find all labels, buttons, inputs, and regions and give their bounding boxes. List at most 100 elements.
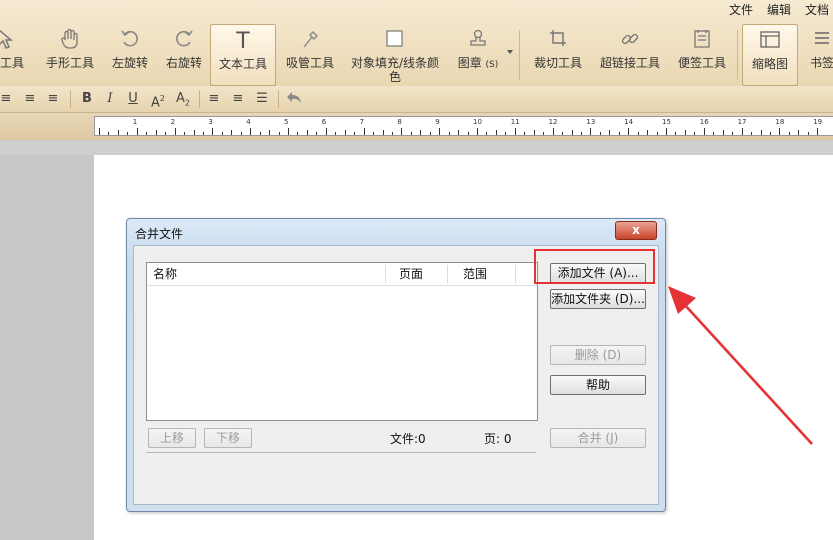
page-count: 页: 0 xyxy=(484,432,512,446)
ruler-tick xyxy=(495,130,497,135)
ruler-tick xyxy=(363,128,365,135)
ruler-tick xyxy=(647,130,649,135)
format-toolbar: ≡ ≡ ≡ B I U A2 A2 ≡ ≡ ☰ xyxy=(0,86,833,113)
note-tool-button[interactable]: 便签工具 xyxy=(674,24,730,84)
undo-icon[interactable] xyxy=(284,89,304,109)
move-up-button[interactable]: 上移 xyxy=(148,428,196,448)
close-icon: x xyxy=(632,223,640,237)
ruler-tick xyxy=(335,132,337,135)
ruler-number: 14 xyxy=(624,118,634,126)
ruler-tick xyxy=(798,130,800,135)
ruler-tick xyxy=(562,132,564,135)
text-tool-button[interactable]: T 文本工具 xyxy=(210,24,276,86)
delete-button[interactable]: 删除 (D) xyxy=(550,345,646,365)
superscript-icon[interactable]: A2 xyxy=(148,89,168,110)
rotate-left-button[interactable]: 左旋转 xyxy=(106,24,154,84)
align-right-icon[interactable]: ≡ xyxy=(20,89,40,109)
help-button[interactable]: 帮助 xyxy=(550,375,646,395)
thumbnail-button[interactable]: 缩略图 xyxy=(742,24,798,86)
crop-tool-button[interactable]: 裁切工具 xyxy=(530,24,586,84)
ruler-number: 11 xyxy=(510,118,520,126)
ruler-tick xyxy=(779,128,781,135)
column-range[interactable]: 范围 xyxy=(463,263,487,285)
ruler-tick xyxy=(769,132,771,135)
ruler-tick xyxy=(477,128,478,135)
column-pages[interactable]: 页面 xyxy=(399,263,423,285)
ruler-tick xyxy=(675,132,677,135)
ruler-tick xyxy=(458,130,460,135)
menu-document[interactable]: 文档 xyxy=(805,0,829,20)
hand-tool-button[interactable]: 手形工具 xyxy=(42,24,98,84)
ruler-tick xyxy=(732,132,734,135)
hyperlink-tool-button[interactable]: 超链接工具 xyxy=(596,24,664,84)
ruler-tick xyxy=(316,132,318,135)
ruler-tick xyxy=(817,128,819,135)
ruler-number: 7 xyxy=(359,118,365,126)
stamp-tool-button[interactable]: 图章 (S) xyxy=(452,24,504,84)
column-name[interactable]: 名称 xyxy=(153,263,177,285)
menu-file[interactable]: 文件 xyxy=(729,0,753,20)
ruler-number: 17 xyxy=(737,118,747,126)
hand-icon xyxy=(42,28,98,54)
ruler-tick xyxy=(202,132,204,135)
pointer-tool-button[interactable]: 像工具 xyxy=(0,24,30,84)
ruler-tick xyxy=(439,128,441,135)
ruler-tick xyxy=(703,128,705,135)
align-center-icon[interactable]: ≡ xyxy=(0,89,16,109)
ruler-tick xyxy=(174,128,176,135)
status-divider xyxy=(146,452,536,453)
eyedropper-tool-button[interactable]: 吸管工具 xyxy=(282,24,338,84)
ruler-tick xyxy=(99,128,100,135)
line-spacing-icon[interactable]: ≡ xyxy=(204,89,224,109)
ruler-tick xyxy=(184,132,186,135)
menu-bar: 文件 编辑 文档 xyxy=(729,0,833,20)
ruler-tick xyxy=(401,128,403,135)
ruler-tick xyxy=(713,132,715,135)
bookmark-button[interactable]: 书签 xyxy=(802,24,833,84)
ruler-tick xyxy=(325,128,327,135)
close-button[interactable]: x xyxy=(615,221,657,240)
move-down-button[interactable]: 下移 xyxy=(204,428,252,448)
ruler-tick xyxy=(543,132,545,135)
ruler-number: 12 xyxy=(548,118,558,126)
stamp-dropdown-arrow[interactable] xyxy=(507,50,513,54)
menu-edit[interactable]: 编辑 xyxy=(767,0,791,20)
tool-label: 便签工具 xyxy=(677,56,726,70)
toolbar-separator xyxy=(737,30,738,80)
ruler-tick xyxy=(760,130,762,135)
tool-label: 图章 (S) xyxy=(457,56,499,70)
list-icon[interactable]: ☰ xyxy=(252,89,272,109)
tool-label: 裁切工具 xyxy=(533,56,582,70)
rotate-right-button[interactable]: 右旋转 xyxy=(160,24,208,84)
ruler-tick xyxy=(127,132,129,135)
toolbar-separator xyxy=(519,30,520,80)
subscript-icon[interactable]: A2 xyxy=(173,89,193,109)
add-folder-button[interactable]: 添加文件夹 (D)... xyxy=(550,289,646,309)
bold-icon[interactable]: B xyxy=(77,89,97,109)
justify-icon[interactable]: ≡ xyxy=(43,89,63,109)
eyedropper-icon xyxy=(282,28,338,54)
underline-icon[interactable]: U xyxy=(123,89,143,109)
file-list-header: 名称 页面 范围 xyxy=(147,263,537,286)
ruler-tick xyxy=(373,132,375,135)
column-separator xyxy=(447,265,448,283)
ruler-tick xyxy=(524,132,526,135)
ruler-tick xyxy=(599,132,601,135)
ruler-tick xyxy=(807,132,809,135)
ruler-tick xyxy=(684,130,686,135)
italic-icon[interactable]: I xyxy=(100,89,120,109)
format-separator xyxy=(70,90,71,108)
dialog-body: 名称 页面 范围 添加文件 (A)... 添加文件夹 (D)... 删除 (D)… xyxy=(133,245,659,505)
tool-label: 书签 xyxy=(809,56,833,70)
file-list[interactable]: 名称 页面 范围 xyxy=(146,262,538,421)
merge-button[interactable]: 合并 (J) xyxy=(550,428,646,448)
ruler-tick xyxy=(306,130,308,135)
ruler-tick xyxy=(278,132,280,135)
ruler-tick xyxy=(193,130,195,135)
column-separator xyxy=(385,265,386,283)
format-separator xyxy=(278,90,279,108)
paragraph-spacing-icon[interactable]: ≡ xyxy=(228,89,248,109)
ruler-tick xyxy=(666,128,667,135)
horizontal-ruler[interactable]: 1 2 3 4 5 6 7 8 9 10 11 12 13 14 15 16 17 18 19 xyxy=(94,116,833,136)
fill-color-tool-button[interactable]: 对象填充/线条颜 色 xyxy=(348,24,442,84)
